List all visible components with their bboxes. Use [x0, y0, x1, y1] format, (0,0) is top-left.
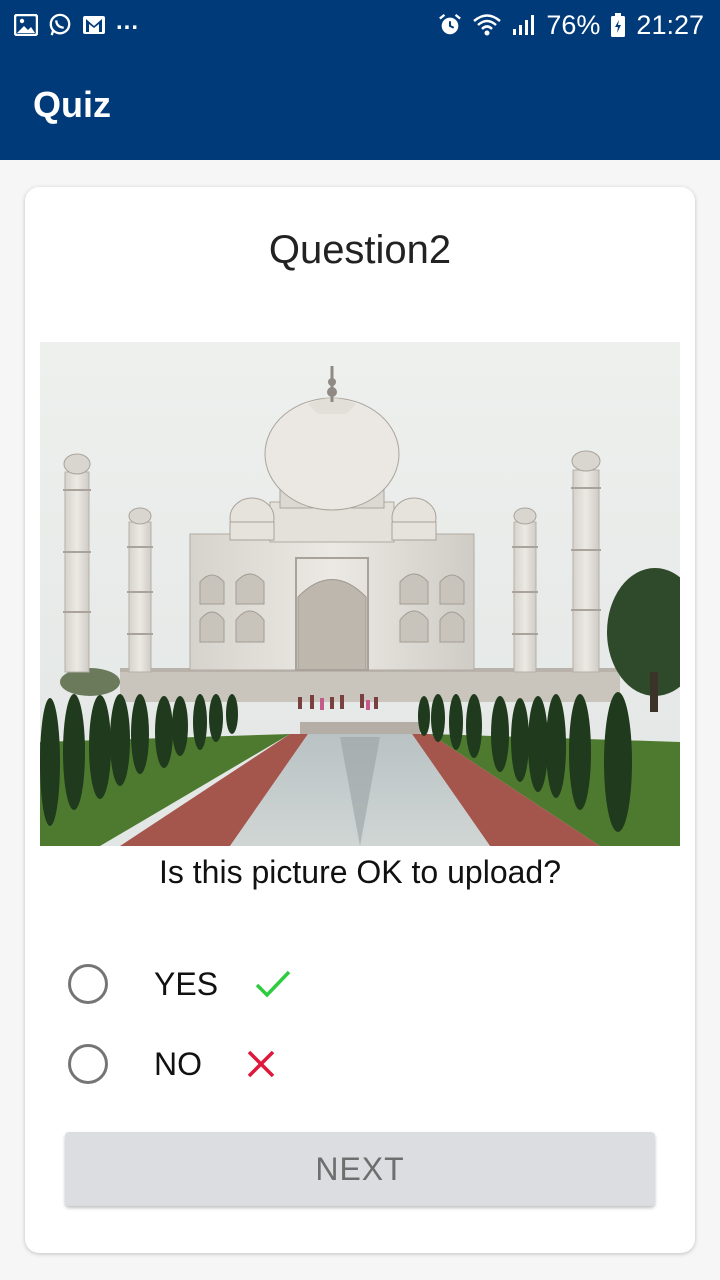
notification-icons: ... [14, 8, 139, 37]
gmail-icon [82, 13, 106, 37]
clock: 21:27 [636, 9, 704, 40]
alarm-icon [438, 13, 462, 37]
option-no[interactable]: NO [68, 1034, 368, 1094]
app-bar: Quiz [0, 50, 720, 160]
status-bar: ... 76% 21:27 [0, 0, 720, 50]
gallery-icon [14, 13, 38, 37]
system-icons: 76% 21:27 [438, 10, 704, 41]
no-label: NO [154, 1045, 202, 1082]
next-button[interactable]: NEXT [65, 1132, 655, 1206]
cross-icon [246, 1049, 276, 1079]
yes-label: YES [154, 965, 219, 1002]
taj-mahal-photo [40, 342, 680, 846]
check-icon [254, 968, 292, 1000]
battery-icon [610, 13, 626, 37]
yes-radio-button[interactable] [68, 964, 108, 1004]
battery-percent: 76% [546, 9, 601, 40]
question-text: Is this picture OK to upload? [159, 854, 561, 890]
wifi-icon [472, 13, 502, 37]
no-radio-button[interactable] [68, 1044, 108, 1084]
question-title: Question2 [268, 228, 452, 272]
more-notifications: ... [116, 8, 140, 35]
whatsapp-icon [48, 13, 72, 37]
option-yes[interactable]: YES [68, 954, 368, 1014]
signal-icon [512, 13, 536, 37]
app-title: Quiz [33, 84, 111, 125]
